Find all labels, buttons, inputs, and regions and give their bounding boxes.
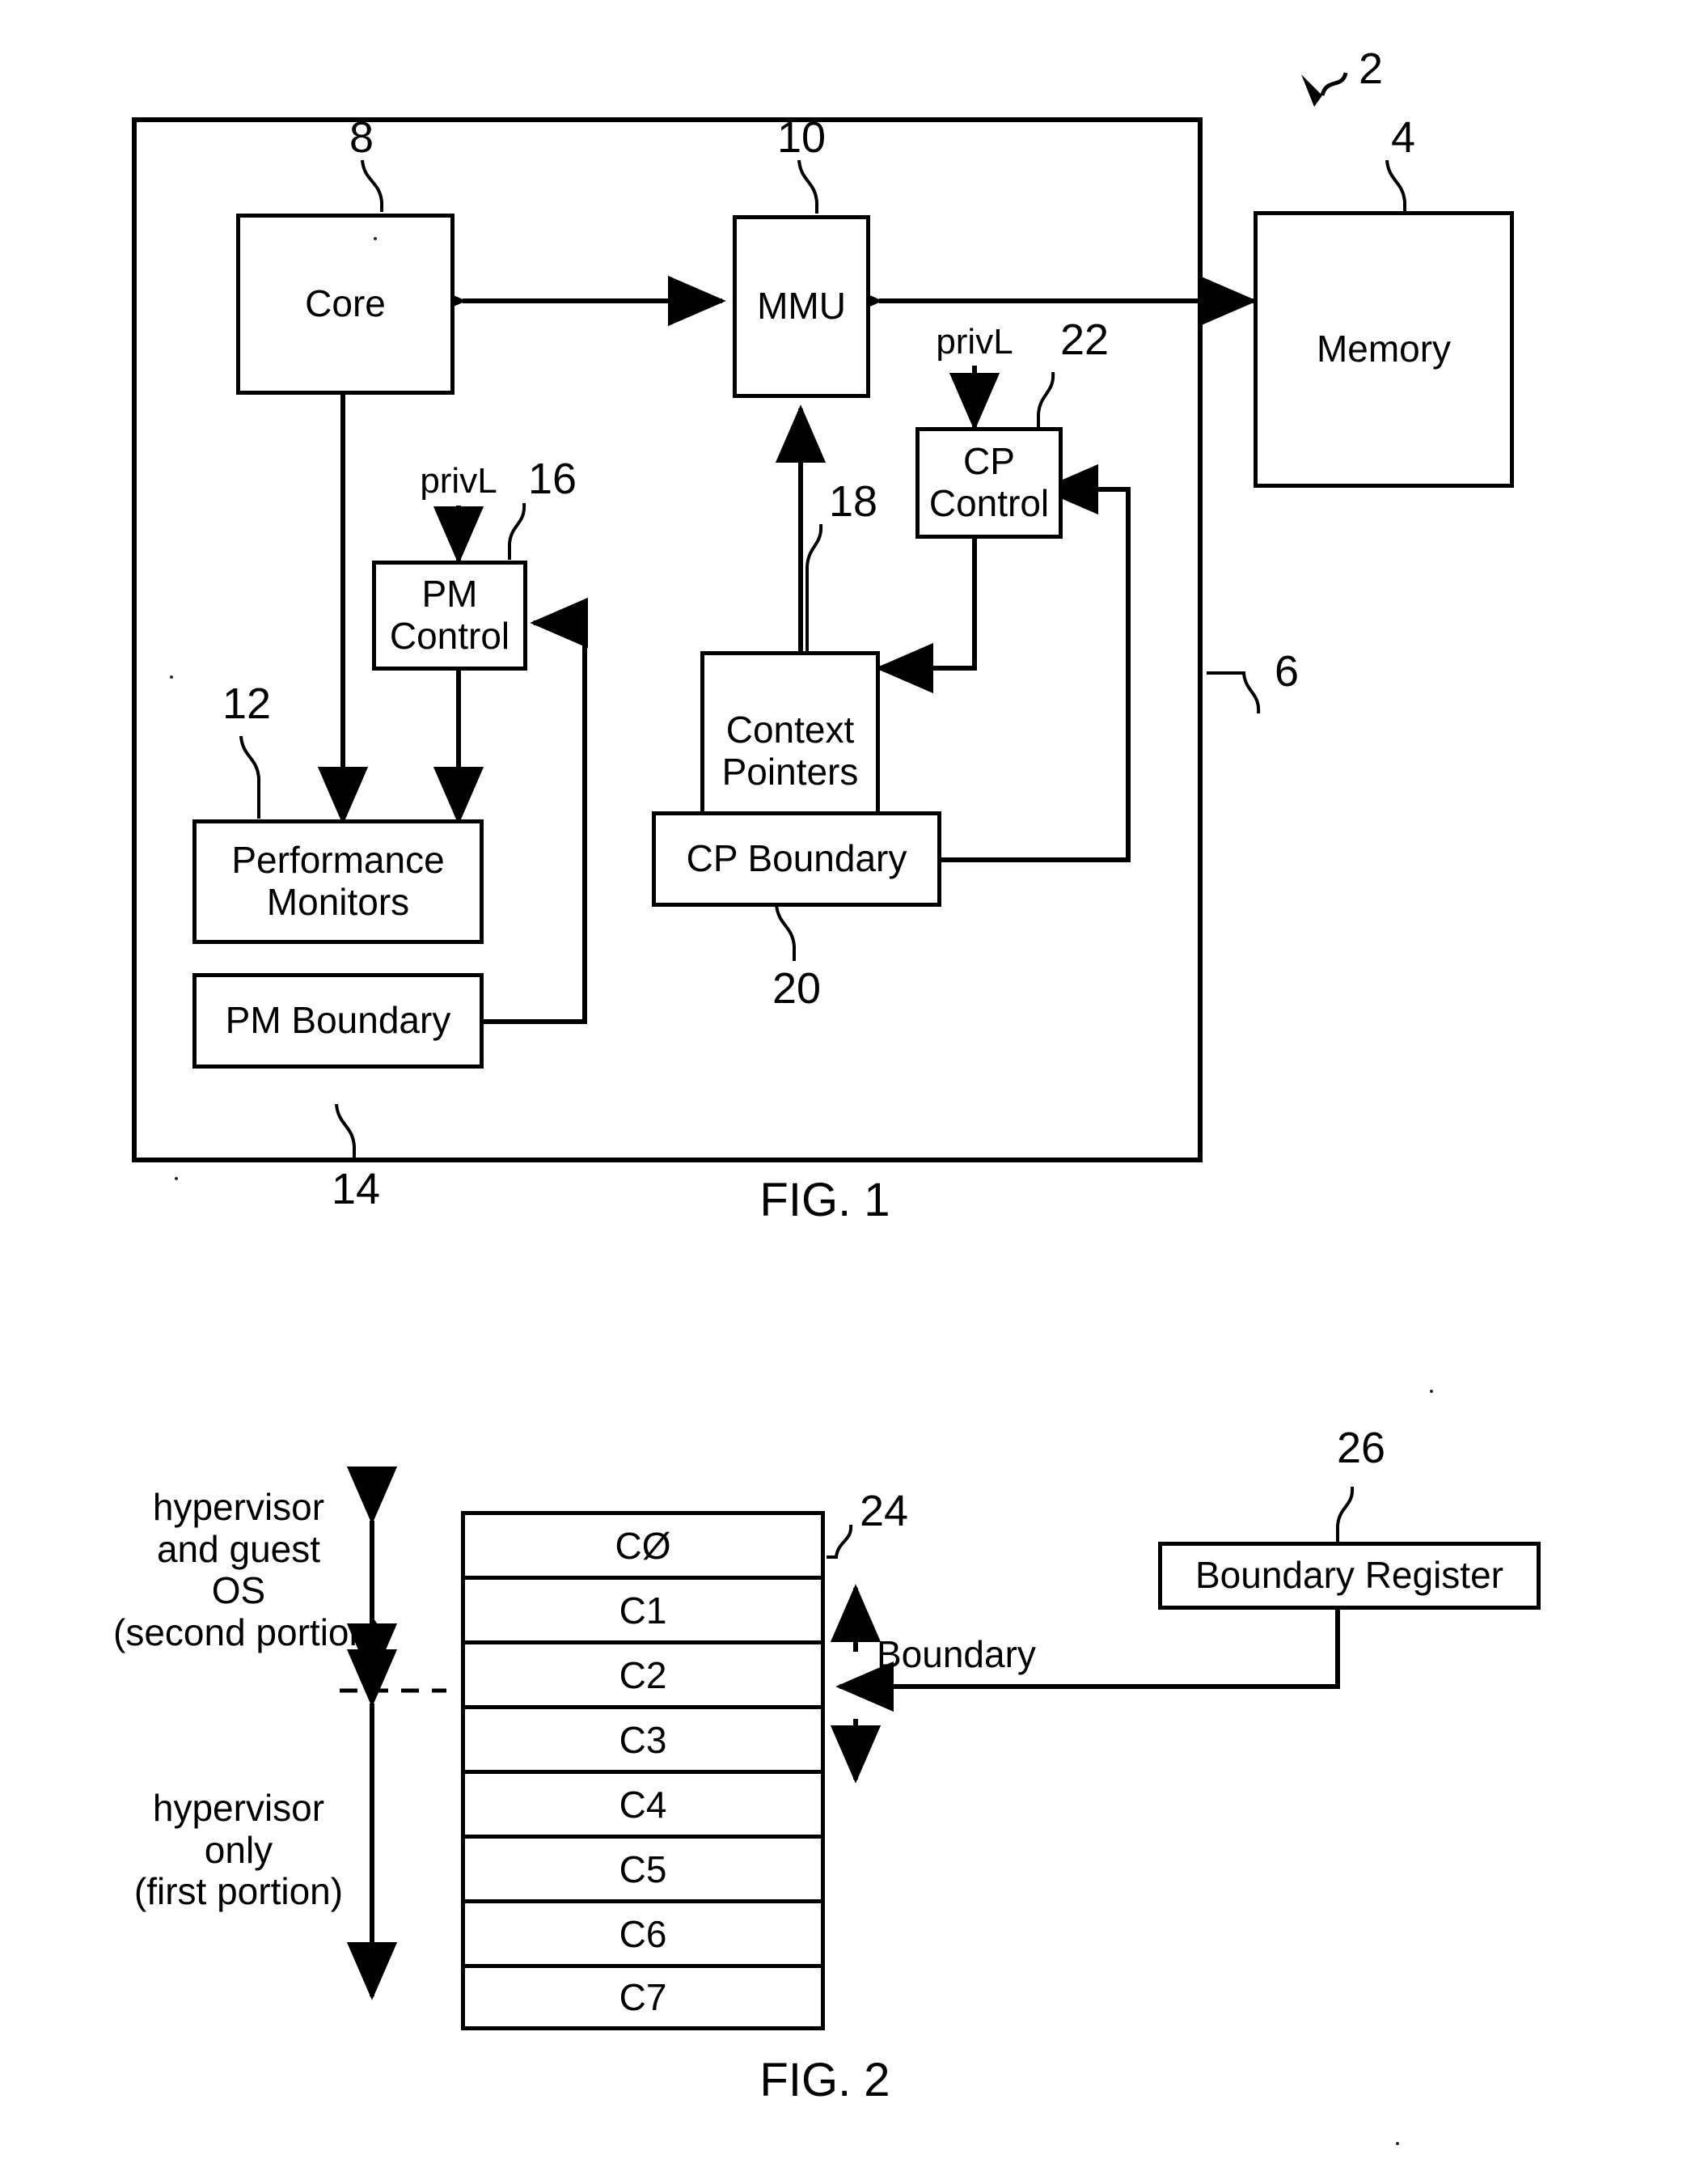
context-pointers-block-label: Context Pointers bbox=[721, 709, 859, 793]
boundary-register-block-label: Boundary Register bbox=[1195, 1554, 1503, 1597]
memory-block-label: Memory bbox=[1316, 328, 1452, 370]
table-row: C1 bbox=[465, 1580, 821, 1644]
table-row: C7 bbox=[465, 1968, 821, 2026]
scan-speck bbox=[1430, 1390, 1433, 1393]
table-cell-label: C5 bbox=[619, 1848, 667, 1890]
table-cell-label: CØ bbox=[615, 1524, 671, 1567]
scan-speck bbox=[1396, 2142, 1399, 2145]
ref-4: 4 bbox=[1390, 113, 1416, 162]
pm-control-block: PM Control bbox=[372, 561, 527, 671]
scan-speck bbox=[170, 675, 173, 679]
table-cell-label: C4 bbox=[619, 1783, 667, 1826]
context-pointer-table: CØ C1 C2 C3 C4 C5 C6 C7 bbox=[461, 1511, 825, 2030]
core-block: Core bbox=[236, 214, 455, 395]
mmu-block: MMU bbox=[733, 215, 870, 398]
pm-boundary-block-label: PM Boundary bbox=[225, 999, 451, 1042]
pm-boundary-block: PM Boundary bbox=[192, 973, 484, 1069]
patent-drawing-sheet: 2 6 8 Core 10 MMU 4 Memory privL 16 PM Co… bbox=[0, 0, 1687, 2184]
ref-18: 18 bbox=[828, 477, 878, 526]
ref-6: 6 bbox=[1274, 647, 1300, 696]
mmu-block-label: MMU bbox=[757, 285, 846, 328]
region-upper-label: hypervisor and guest OS (second portion) bbox=[113, 1486, 383, 1653]
performance-monitors-block: Performance Monitors bbox=[192, 819, 484, 944]
ref-22: 22 bbox=[1059, 315, 1110, 364]
table-cell-label: C7 bbox=[619, 1976, 667, 2018]
cp-boundary-block-label: CP Boundary bbox=[686, 837, 907, 880]
privl-pm-label: privL bbox=[420, 461, 497, 501]
boundary-label: Boundary bbox=[877, 1633, 1036, 1675]
table-row: C5 bbox=[465, 1839, 821, 1903]
ref-12: 12 bbox=[222, 679, 272, 728]
ref-26: 26 bbox=[1336, 1424, 1386, 1472]
table-cell-label: C2 bbox=[619, 1653, 667, 1696]
ref-16: 16 bbox=[527, 455, 577, 503]
scan-speck bbox=[175, 1177, 178, 1180]
ref-10: 10 bbox=[776, 113, 827, 162]
boundary-register-block: Boundary Register bbox=[1158, 1542, 1541, 1610]
performance-monitors-block-label: Performance Monitors bbox=[231, 839, 445, 923]
table-cell-label: C3 bbox=[619, 1718, 667, 1761]
memory-block: Memory bbox=[1254, 211, 1514, 488]
table-cell-label: C6 bbox=[619, 1912, 667, 1955]
core-block-label: Core bbox=[305, 282, 386, 325]
ref-24: 24 bbox=[859, 1487, 909, 1535]
cp-control-block-label: CP Control bbox=[928, 440, 1050, 524]
region-lower-label: hypervisor only (first portion) bbox=[133, 1787, 344, 1913]
cp-boundary-block: CP Boundary bbox=[652, 811, 941, 907]
table-row: C3 bbox=[465, 1709, 821, 1774]
ref-8: 8 bbox=[349, 113, 374, 162]
table-row: C2 bbox=[465, 1644, 821, 1709]
table-row: C4 bbox=[465, 1774, 821, 1839]
table-row: C6 bbox=[465, 1903, 821, 1968]
ref-2: 2 bbox=[1358, 44, 1384, 93]
ref-20: 20 bbox=[772, 964, 822, 1013]
scan-speck bbox=[374, 237, 377, 240]
table-row: CØ bbox=[465, 1515, 821, 1580]
pm-control-block-label: PM Control bbox=[389, 573, 510, 657]
table-cell-label: C1 bbox=[619, 1589, 667, 1632]
figure1-caption: FIG. 1 bbox=[759, 1174, 890, 1226]
ref-14: 14 bbox=[331, 1165, 381, 1213]
cp-control-block: CP Control bbox=[915, 427, 1063, 539]
privl-cp-label: privL bbox=[936, 322, 1013, 362]
figure2-caption: FIG. 2 bbox=[759, 2054, 890, 2106]
